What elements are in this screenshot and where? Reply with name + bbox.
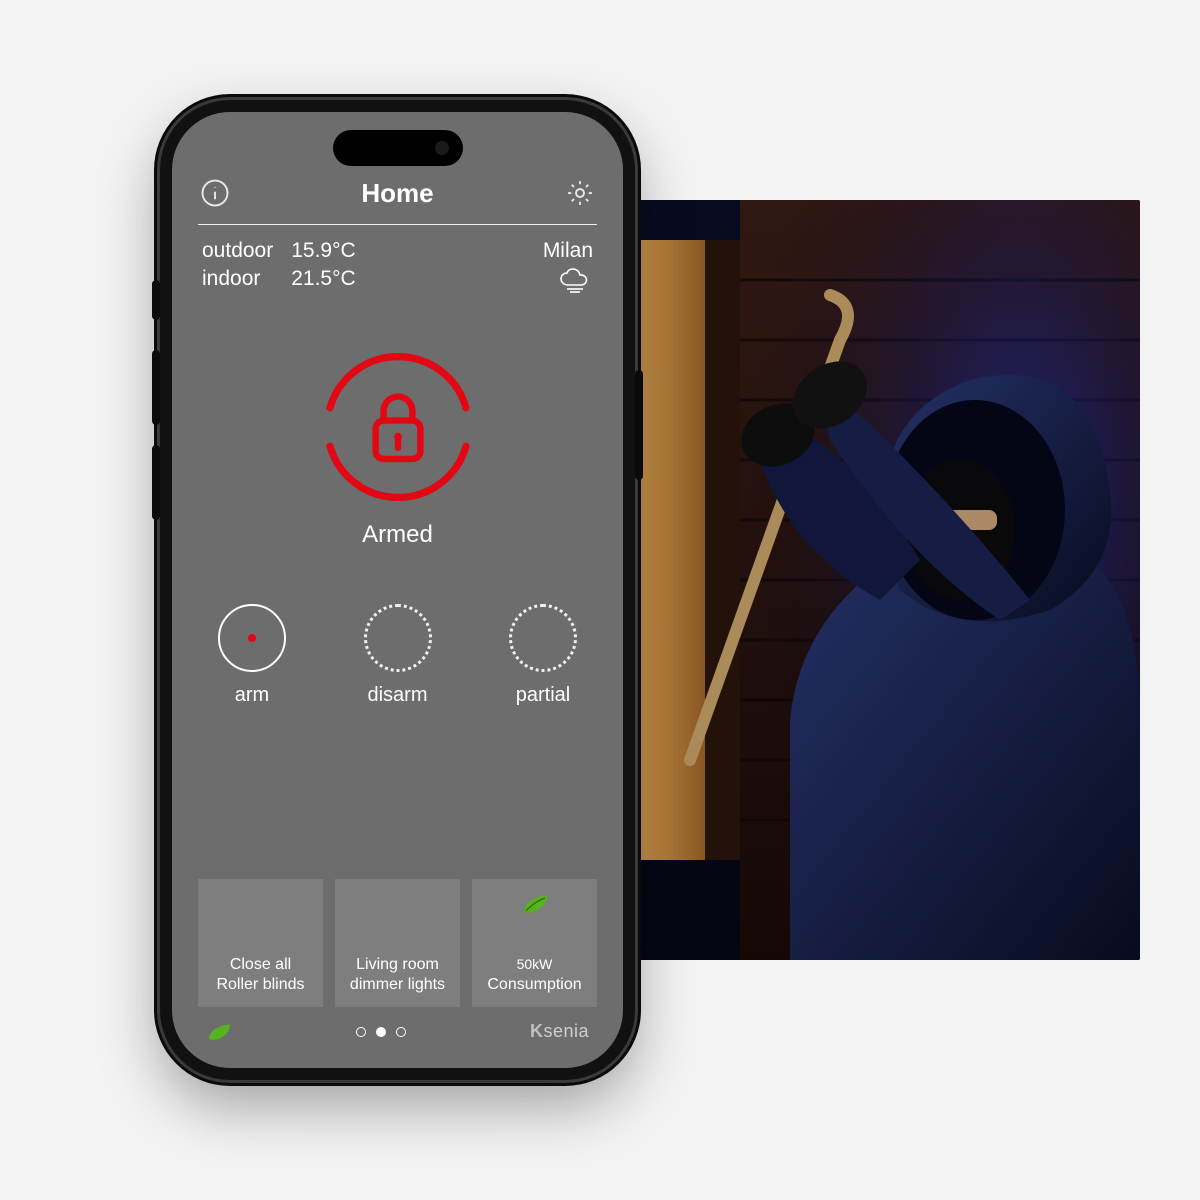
outdoor-value: 15.9°C (291, 239, 355, 263)
page-indicator[interactable] (356, 1027, 406, 1037)
quick-action-tiles: Close all Roller blinds Living room dimm… (198, 879, 597, 1015)
location-name: Milan (543, 239, 593, 263)
cloud-icon (557, 267, 593, 299)
leaf-icon (521, 893, 549, 921)
phone-notch (333, 130, 463, 166)
arming-controls: arm disarm partial (198, 604, 597, 707)
leaf-icon (206, 1022, 232, 1042)
page-dot-active[interactable] (376, 1027, 386, 1037)
info-icon[interactable] (198, 176, 232, 210)
control-partial[interactable]: partial (509, 604, 577, 707)
tile-line: Living room (356, 955, 439, 975)
tile-line: Roller blinds (216, 975, 304, 995)
circle-dotted-icon (364, 604, 432, 672)
outdoor-label: outdoor (202, 239, 273, 263)
status-indicator[interactable] (318, 347, 478, 507)
control-label: partial (516, 684, 570, 707)
page-dot[interactable] (356, 1027, 366, 1037)
gear-icon[interactable] (563, 176, 597, 210)
control-label: arm (235, 684, 269, 707)
page-dot[interactable] (396, 1027, 406, 1037)
app-header: Home (198, 176, 597, 225)
app-root: Home outdoor 15.9°C indoor 21.5°C (172, 112, 623, 1068)
weather-readings: outdoor 15.9°C indoor 21.5°C (202, 239, 356, 291)
tile-line: Close all (230, 955, 291, 975)
circle-dotted-icon (509, 604, 577, 672)
circle-solid-dot-icon (218, 604, 286, 672)
control-label: disarm (367, 684, 427, 707)
tile-living-room-dimmer[interactable]: Living room dimmer lights (335, 879, 460, 1007)
tile-consumption[interactable]: 50kW Consumption (472, 879, 597, 1007)
tile-close-roller-blinds[interactable]: Close all Roller blinds (198, 879, 323, 1007)
phone-side-button (635, 370, 643, 480)
status-label: Armed (362, 521, 433, 549)
weather-panel: outdoor 15.9°C indoor 21.5°C Milan (198, 225, 597, 307)
phone-side-button (152, 350, 160, 425)
tile-line: Consumption (487, 975, 581, 995)
page-title: Home (361, 178, 433, 209)
phone-screen: Home outdoor 15.9°C indoor 21.5°C (172, 112, 623, 1068)
lock-icon (375, 397, 420, 459)
tile-lead-value: 50kW (517, 956, 553, 974)
weather-location: Milan (543, 239, 593, 299)
indoor-value: 21.5°C (291, 267, 355, 291)
tile-line: dimmer lights (350, 975, 445, 995)
control-disarm[interactable]: disarm (364, 604, 432, 707)
composition: Home outdoor 15.9°C indoor 21.5°C (60, 60, 1140, 1140)
brand-logo: Ksenia (530, 1021, 589, 1042)
arming-status: Armed (198, 347, 597, 549)
indoor-label: indoor (202, 267, 273, 291)
phone-side-button (152, 445, 160, 520)
phone-mockup: Home outdoor 15.9°C indoor 21.5°C (160, 100, 635, 1080)
control-arm[interactable]: arm (218, 604, 286, 707)
bottom-bar: Ksenia (198, 1015, 597, 1048)
phone-side-button (152, 280, 160, 320)
